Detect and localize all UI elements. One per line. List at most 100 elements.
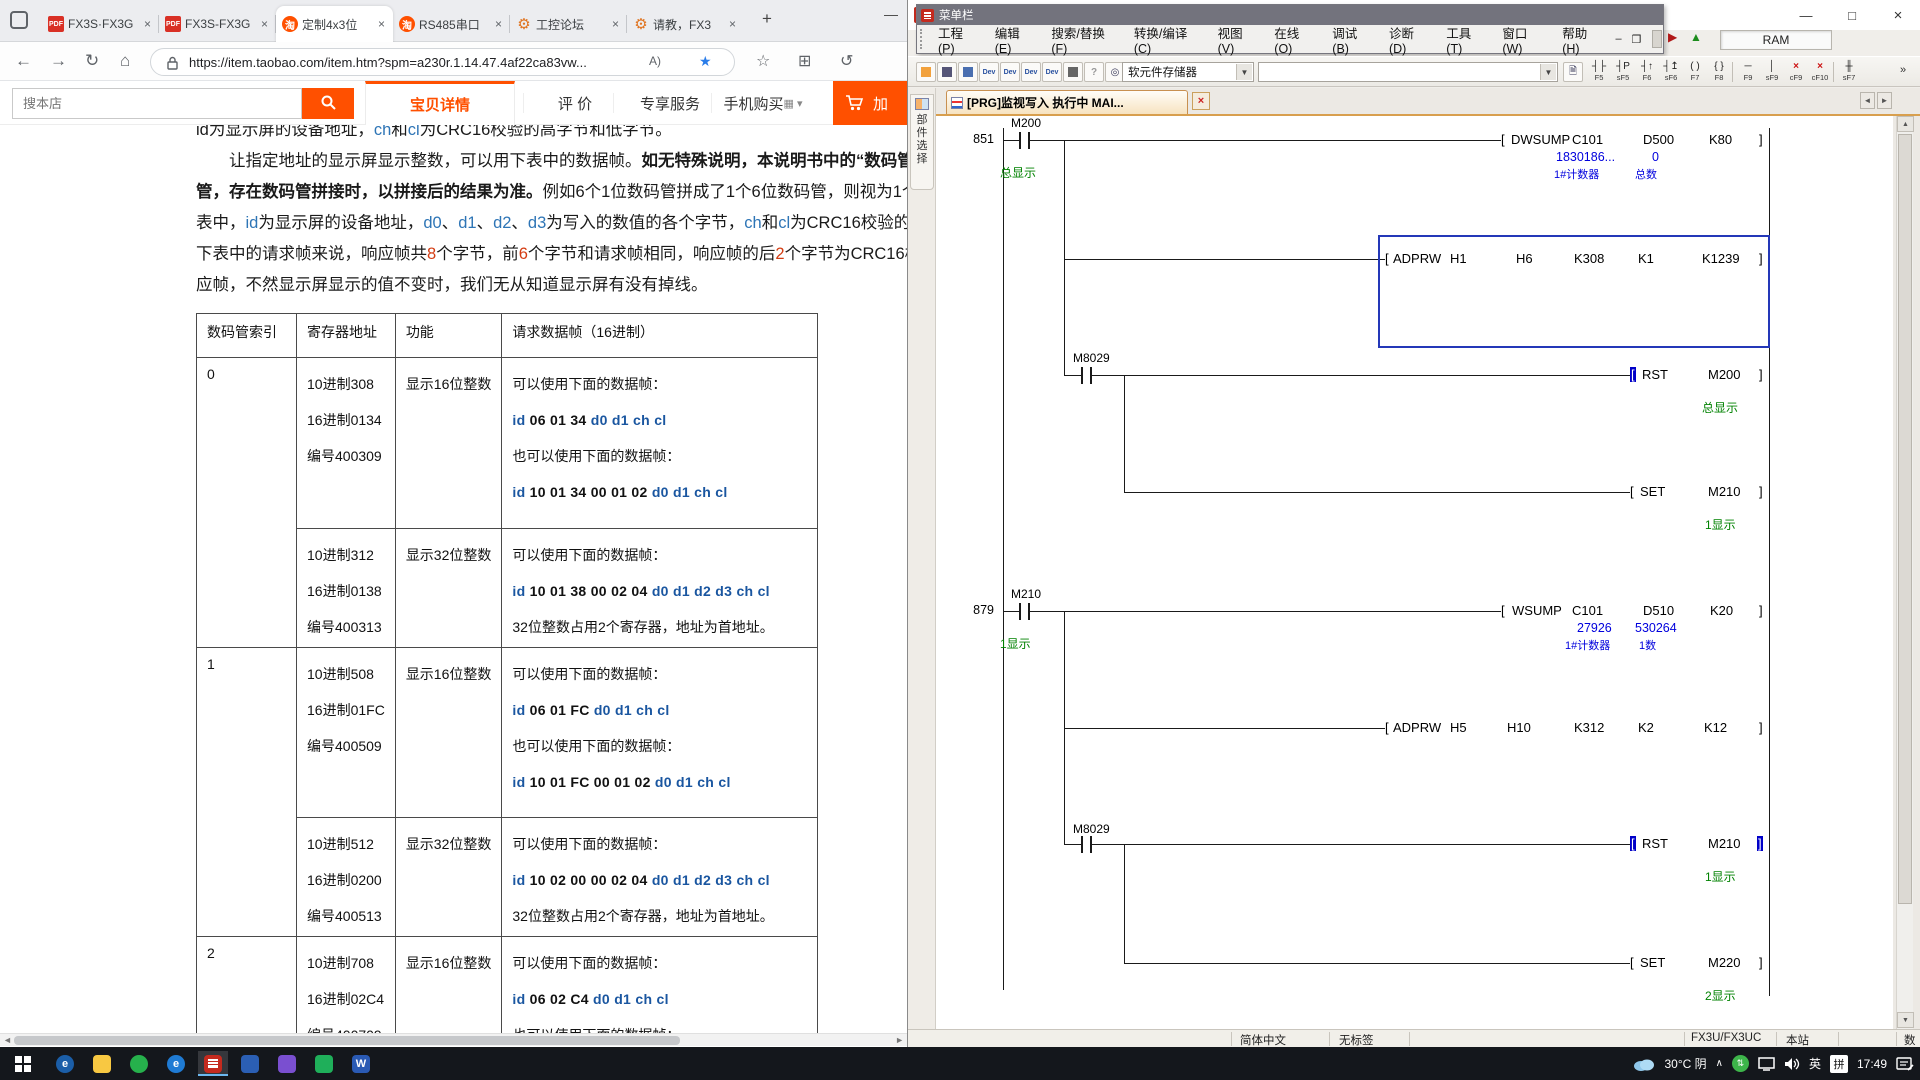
shop-search-input[interactable] xyxy=(12,88,302,119)
taskbar-icon-folder[interactable] xyxy=(87,1051,117,1076)
menu-item-2[interactable]: 编辑(E) xyxy=(986,23,1043,56)
menu-item-9[interactable]: 工具(T) xyxy=(1437,23,1493,56)
shop-search-button[interactable] xyxy=(302,88,354,119)
security-shield-icon[interactable]: ⇅ xyxy=(1732,1055,1749,1072)
tab-scroll-left-icon[interactable]: ◄ xyxy=(1860,92,1875,109)
browser-tab-5[interactable]: ⚙工控论坛× xyxy=(510,6,627,42)
tab-close-icon[interactable]: × xyxy=(259,17,270,31)
tab-scroll-right-icon[interactable]: ► xyxy=(1877,92,1892,109)
monitor-list-icon[interactable] xyxy=(958,62,978,82)
menu-item-11[interactable]: 帮助(H) xyxy=(1553,23,1610,56)
bookmark-star-icon[interactable]: ★ xyxy=(699,53,712,70)
program-tab-close-button[interactable]: × xyxy=(1192,92,1210,110)
scroll-left-arrow[interactable]: ◄ xyxy=(3,1035,12,1045)
ladder-symbol-F7[interactable]: ( )F7 xyxy=(1684,60,1706,85)
menu-item-3[interactable]: 搜索/替换(F) xyxy=(1042,23,1124,56)
menu-item-1[interactable]: 工程(P) xyxy=(929,23,986,56)
dock-tab-element-selection[interactable]: 部件选择 xyxy=(910,94,934,190)
taskbar-icon-violet-app[interactable] xyxy=(272,1051,302,1076)
taskbar-icon-gx-works[interactable] xyxy=(198,1051,228,1076)
run-icon[interactable]: ▶ xyxy=(1668,30,1677,44)
mdi-restore-button[interactable]: ❐ xyxy=(1627,33,1647,46)
warning-icon[interactable]: ▲ xyxy=(1690,30,1702,44)
ladder-symbol-F9[interactable]: ─F9 xyxy=(1737,60,1759,85)
browser-minimize-button[interactable]: — xyxy=(884,6,898,22)
taskbar-icon-qq-browser[interactable] xyxy=(124,1051,154,1076)
forward-icon[interactable]: → xyxy=(50,51,67,71)
find-device-icon[interactable] xyxy=(1063,62,1083,82)
refresh-icon[interactable]: ↻ xyxy=(85,51,99,71)
taskbar-icon-green-app[interactable] xyxy=(309,1051,339,1076)
secondary-combo[interactable]: ▼ xyxy=(1258,62,1558,82)
menu-item-6[interactable]: 在线(O) xyxy=(1265,23,1323,56)
shop-tab-3[interactable]: 专享服务 xyxy=(625,81,715,125)
home-icon[interactable]: ⌂ xyxy=(120,51,130,71)
help-icon[interactable]: ? xyxy=(1084,62,1104,82)
shop-tab-4[interactable]: 手机购买 ▦ ▾ xyxy=(723,81,803,125)
read-aloud-icon[interactable]: A) xyxy=(649,54,661,68)
history-icon[interactable]: ↺ xyxy=(840,51,853,71)
ladder-symbol-F5[interactable]: ┤├F5 xyxy=(1588,60,1610,85)
weather-temp[interactable]: 30°C 阴 xyxy=(1664,1055,1706,1072)
ladder-symbol-sF9[interactable]: │sF9 xyxy=(1761,60,1783,85)
taskbar-icon-start[interactable] xyxy=(8,1051,38,1076)
ladder-diagram[interactable]: 851879M200M8029M210M8029总显示1显示总显示1显示1显示2… xyxy=(936,116,1893,1029)
scrollbar-thumb[interactable] xyxy=(14,1036,680,1045)
network-display-icon[interactable] xyxy=(1758,1057,1775,1071)
taskbar-icon-ie[interactable]: e xyxy=(161,1051,191,1076)
ladder-symbol-sF6[interactable]: ┤↥sF6 xyxy=(1660,60,1682,85)
chevron-down-icon[interactable]: ▼ xyxy=(1236,64,1252,80)
ladder-symbol-cF10[interactable]: ×cF10 xyxy=(1809,60,1831,85)
scroll-right-arrow[interactable]: ► xyxy=(895,1035,904,1045)
new-tab-button[interactable]: + xyxy=(762,9,772,29)
notification-icon[interactable] xyxy=(1896,1056,1914,1072)
taskbar-icon-word[interactable]: W xyxy=(346,1051,376,1076)
scrollbar-thumb[interactable] xyxy=(1898,134,1912,904)
shop-tab-1[interactable]: 宝贝详情 xyxy=(365,81,515,125)
menu-item-7[interactable]: 调试(B) xyxy=(1323,23,1380,56)
selection-box[interactable] xyxy=(1378,235,1770,348)
tab-close-icon[interactable]: × xyxy=(493,17,504,31)
scroll-up-arrow[interactable]: ▲ xyxy=(1897,116,1914,132)
tab-search-icon[interactable] xyxy=(10,11,28,29)
browser-tab-3[interactable]: 淘定制4x3位× xyxy=(276,6,393,42)
device-chip-icon[interactable] xyxy=(937,62,957,82)
menu-item-5[interactable]: 视图(V) xyxy=(1209,23,1266,56)
tray-chevron-icon[interactable]: ∧ xyxy=(1716,1058,1723,1069)
device-display2-icon[interactable]: Dev xyxy=(1000,62,1020,82)
device-eye-icon[interactable]: Dev xyxy=(1042,62,1062,82)
back-icon[interactable]: ← xyxy=(15,51,32,71)
collections-icon[interactable]: ⊞ xyxy=(798,51,811,71)
toolbar-overflow-icon[interactable]: » xyxy=(1900,64,1906,76)
browser-tab-2[interactable]: PDFFX3S-FX3G× xyxy=(159,6,276,42)
ladder-symbol-sF7[interactable]: ╫sF7 xyxy=(1838,60,1860,85)
mdi-minimize-button[interactable]: – xyxy=(1611,33,1627,45)
chevron-down-icon[interactable]: ▼ xyxy=(1540,64,1556,80)
browser-tab-6[interactable]: ⚙请教，FX3× xyxy=(627,6,744,42)
browser-tab-4[interactable]: 淘RS485串口× xyxy=(393,6,510,42)
shop-tab-2[interactable]: 评 价 xyxy=(535,81,615,125)
tab-close-icon[interactable]: × xyxy=(376,17,387,31)
program-tab[interactable]: [PRG]监视写入 执行中 MAI... xyxy=(946,90,1188,114)
tab-close-icon[interactable]: × xyxy=(142,17,153,31)
add-to-cart-button[interactable]: 加 xyxy=(833,81,907,125)
plc-close-button[interactable]: × xyxy=(1875,0,1920,30)
favorites-icon[interactable]: ☆ xyxy=(756,51,770,71)
ladder-symbol-F6[interactable]: ┤↑F6 xyxy=(1636,60,1658,85)
device-batch-icon[interactable]: Dev xyxy=(1021,62,1041,82)
plc-minimize-button[interactable]: — xyxy=(1783,0,1829,30)
menu-item-8[interactable]: 诊断(D) xyxy=(1380,23,1437,56)
menu-item-4[interactable]: 转换/编译(C) xyxy=(1125,23,1209,56)
taskbar-icon-edge[interactable]: e xyxy=(50,1051,80,1076)
ladder-symbol-F8[interactable]: { }F8 xyxy=(1708,60,1730,85)
browser-tab-1[interactable]: PDFFX3S·FX3G× xyxy=(42,6,159,42)
device-memory-combo[interactable]: 软元件存储器 ▼ xyxy=(1122,62,1254,82)
ime-mode-icon[interactable]: 拼 xyxy=(1830,1055,1848,1073)
tab-close-icon[interactable]: × xyxy=(610,17,621,31)
speaker-icon[interactable] xyxy=(1784,1057,1800,1071)
menu-item-10[interactable]: 窗口(W) xyxy=(1493,23,1553,56)
address-bar[interactable]: https://item.taobao.com/item.htm?spm=a23… xyxy=(150,48,735,76)
vertical-scrollbar[interactable]: ▲ ▼ xyxy=(1896,116,1913,1029)
clock[interactable]: 17:49 xyxy=(1857,1057,1887,1071)
plc-maximize-button[interactable]: □ xyxy=(1829,0,1875,30)
